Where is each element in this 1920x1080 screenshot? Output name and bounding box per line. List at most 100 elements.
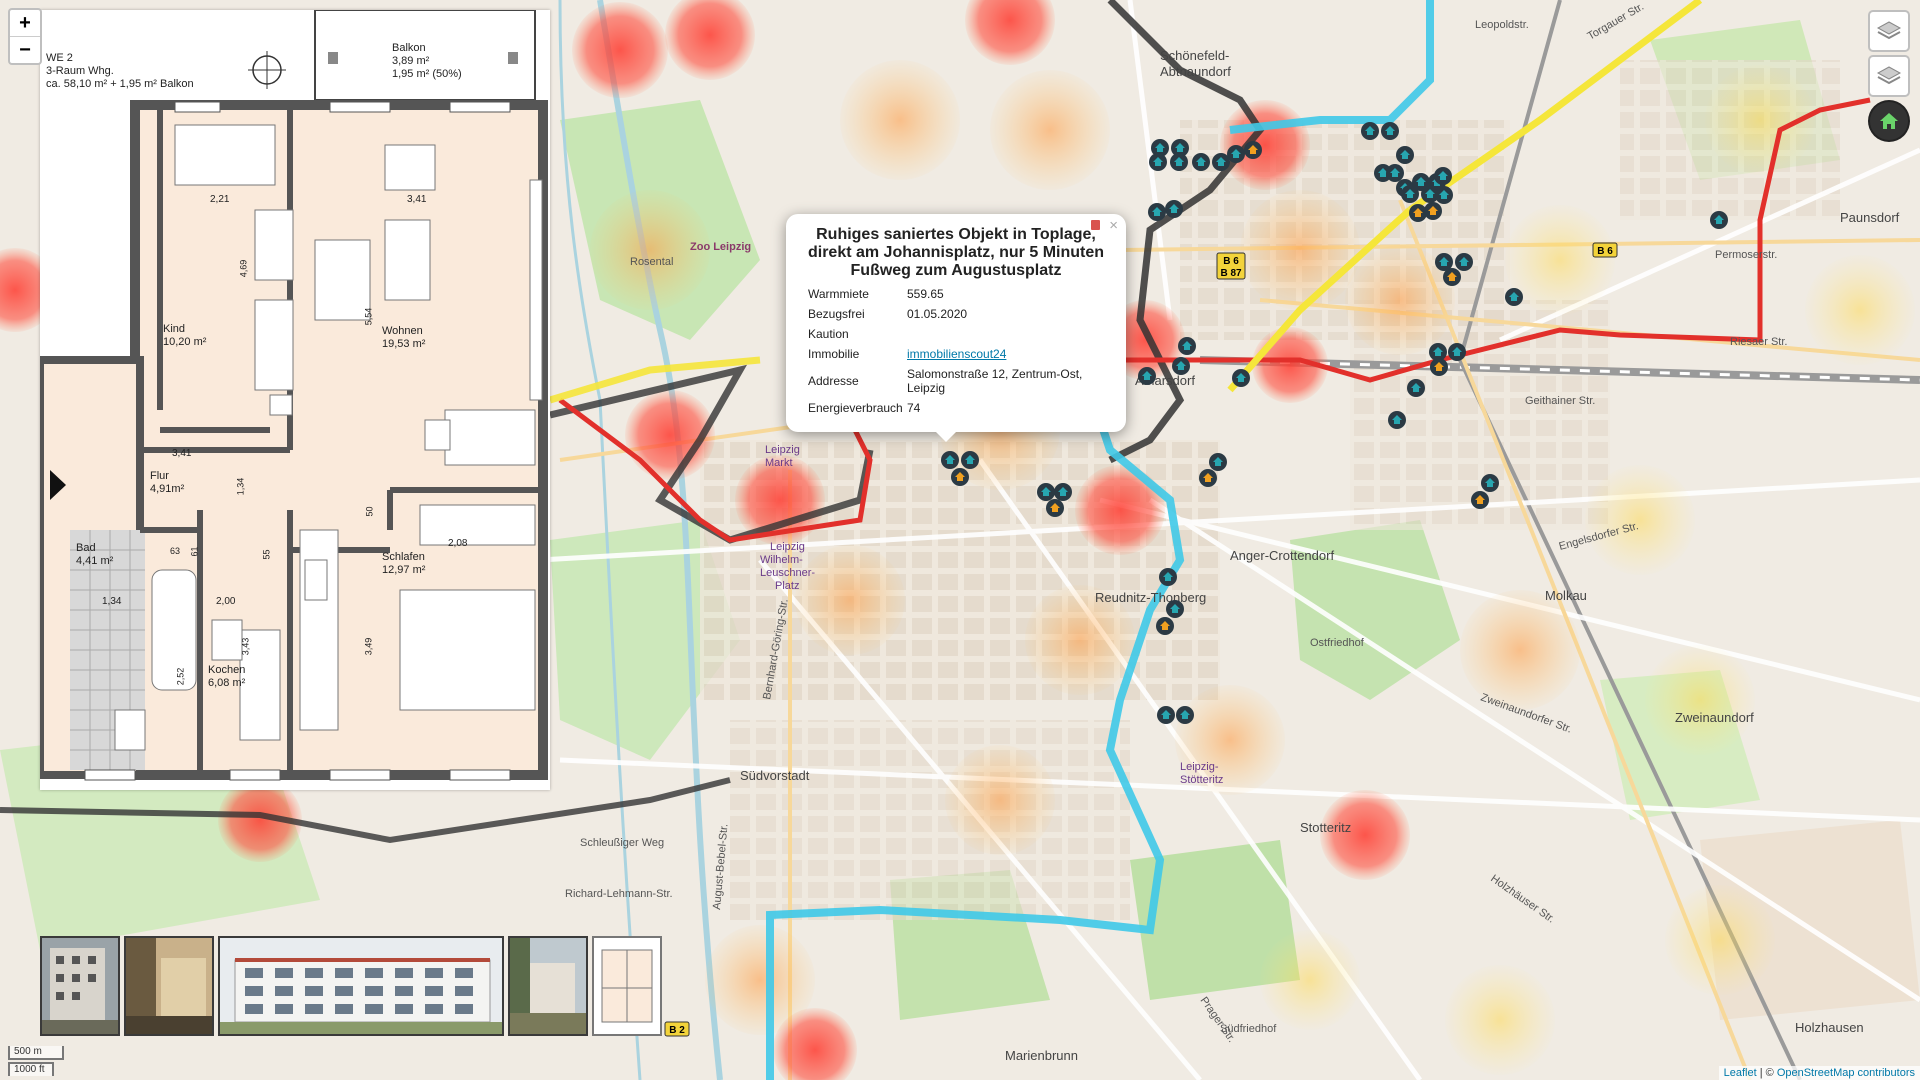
detail-row: Kaution [808, 324, 1087, 344]
listing-marker[interactable] [951, 468, 969, 486]
photo-image [594, 938, 660, 1034]
listing-marker[interactable] [1159, 568, 1177, 586]
room-area: 12,97 m² [382, 564, 426, 576]
listing-marker[interactable] [1199, 469, 1217, 487]
listing-marker[interactable] [1178, 337, 1196, 355]
detail-value: 74 [907, 401, 921, 415]
svg-text:Platz: Platz [775, 580, 799, 592]
layers-icon [1876, 66, 1902, 85]
attribution: Leaflet | © OpenStreetMap contributors [1718, 1066, 1920, 1080]
dim-label: 3,49 [363, 637, 374, 656]
dim-label: 61 [189, 546, 200, 557]
immobilie-link[interactable]: immobilienscout24 [907, 347, 1006, 361]
road-badge-b6-2: B 6 [1597, 246, 1613, 257]
listing-marker[interactable] [1430, 358, 1448, 376]
photo-thumbnail[interactable] [592, 936, 662, 1036]
listing-marker[interactable] [1170, 153, 1188, 171]
listing-marker[interactable] [1424, 202, 1442, 220]
street-riesaer: Riesaer Str. [1730, 336, 1787, 348]
listing-marker[interactable] [1505, 288, 1523, 306]
listing-marker[interactable] [1443, 268, 1461, 286]
listing-marker[interactable] [1401, 185, 1419, 203]
listing-marker[interactable] [1192, 153, 1210, 171]
dim-label: 3,41 [407, 194, 427, 205]
photo-thumbnail[interactable] [124, 936, 214, 1036]
label-holzhausen: Holzhausen [1795, 1020, 1864, 1035]
listing-marker[interactable] [1232, 369, 1250, 387]
leaflet-link[interactable]: Leaflet [1724, 1067, 1757, 1079]
floorplan-panel: WE 2 3-Raum Whg. ca. 58,10 m² + 1,95 m² … [40, 10, 550, 790]
listing-marker[interactable] [1435, 186, 1453, 204]
listing-marker[interactable] [1407, 379, 1425, 397]
svg-text:Stötteritz: Stötteritz [1180, 774, 1223, 786]
photo-image [42, 938, 118, 1034]
photo-thumbnail[interactable] [40, 936, 120, 1036]
zoom-out-button[interactable]: − [10, 36, 40, 63]
listing-marker[interactable] [1481, 474, 1499, 492]
detail-value: 01.05.2020 [907, 307, 968, 321]
detail-row: Addresse Salomonstraße 12, Zentrum-Ost, L… [808, 364, 1087, 398]
listing-marker[interactable] [1455, 253, 1473, 271]
zoom-in-button[interactable]: + [10, 10, 40, 36]
room-area: 4,41 m² [76, 555, 114, 567]
listing-popup: × Ruhiges saniertes Objekt in Toplage, d… [786, 214, 1126, 442]
dim-label: 2,21 [210, 194, 230, 205]
listing-marker[interactable] [1386, 164, 1404, 182]
dim-label: 63 [170, 546, 181, 556]
listing-marker[interactable] [1166, 600, 1184, 618]
listing-marker[interactable] [1157, 706, 1175, 724]
detail-row: Warmmiete 559.65 [808, 284, 1087, 304]
listing-marker[interactable] [1209, 453, 1227, 471]
listing-marker[interactable] [1046, 499, 1064, 517]
listing-marker[interactable] [1176, 706, 1194, 724]
listing-marker[interactable] [1037, 483, 1055, 501]
layers-button-2[interactable] [1868, 55, 1910, 97]
listing-marker[interactable] [1149, 153, 1167, 171]
room-area: 6,08 m² [208, 677, 246, 689]
listing-marker[interactable] [1448, 343, 1466, 361]
svg-text:Leipzig: Leipzig [770, 541, 805, 553]
svg-text:Leuschner-: Leuschner- [760, 567, 815, 579]
listing-marker[interactable] [1388, 411, 1406, 429]
road-badge-b87: B 87 [1220, 268, 1242, 279]
dim-label: 3,41 [172, 448, 192, 459]
layers-button-1[interactable] [1868, 10, 1910, 52]
street-geithainer: Geithainer Str. [1525, 395, 1595, 407]
listing-marker[interactable] [1434, 167, 1452, 185]
listing-marker[interactable] [1165, 200, 1183, 218]
listing-marker[interactable] [1381, 122, 1399, 140]
dim-label: 4,69 [238, 259, 249, 278]
detail-value: Salomonstraße 12, Zentrum-Ost, Leipzig [907, 367, 1083, 395]
detail-key: Warmmiete [808, 287, 869, 301]
home-button[interactable] [1868, 100, 1910, 142]
listing-marker[interactable] [1138, 367, 1156, 385]
osm-link[interactable]: OpenStreetMap contributors [1777, 1067, 1915, 1079]
street-permoser: Permoserstr. [1715, 249, 1777, 261]
listing-marker[interactable] [1710, 211, 1728, 229]
listing-marker[interactable] [1054, 483, 1072, 501]
label-rosental: Rosental [630, 256, 673, 268]
photo-image [510, 938, 586, 1034]
floorplan-type: 3-Raum Whg. [46, 65, 114, 77]
popup-title: Ruhiges saniertes Objekt in Toplage, dir… [807, 226, 1105, 279]
listing-marker[interactable] [1471, 491, 1489, 509]
listing-marker[interactable] [1361, 122, 1379, 140]
room-name: Flur [150, 470, 169, 482]
listing-marker[interactable] [941, 451, 959, 469]
listing-marker[interactable] [1212, 153, 1230, 171]
label-reudnitz: Reudnitz-Thonberg [1095, 590, 1206, 605]
dim-label: 1,34 [235, 477, 246, 496]
listing-marker[interactable] [1396, 146, 1414, 164]
photo-thumbnail[interactable] [508, 936, 588, 1036]
detail-key: Bezugsfrei [808, 307, 865, 321]
listing-marker[interactable] [961, 451, 979, 469]
detail-value: 559.65 [907, 287, 944, 301]
listing-marker[interactable] [1156, 617, 1174, 635]
label-anger: Anger-Crottendorf [1230, 548, 1334, 563]
listing-marker[interactable] [1148, 203, 1166, 221]
dim-label: 2,00 [216, 596, 236, 607]
detail-row: Energieverbrauch 74 [808, 398, 1087, 418]
listing-marker[interactable] [1172, 357, 1190, 375]
photo-thumbnail[interactable] [218, 936, 504, 1036]
listing-marker[interactable] [1244, 141, 1262, 159]
